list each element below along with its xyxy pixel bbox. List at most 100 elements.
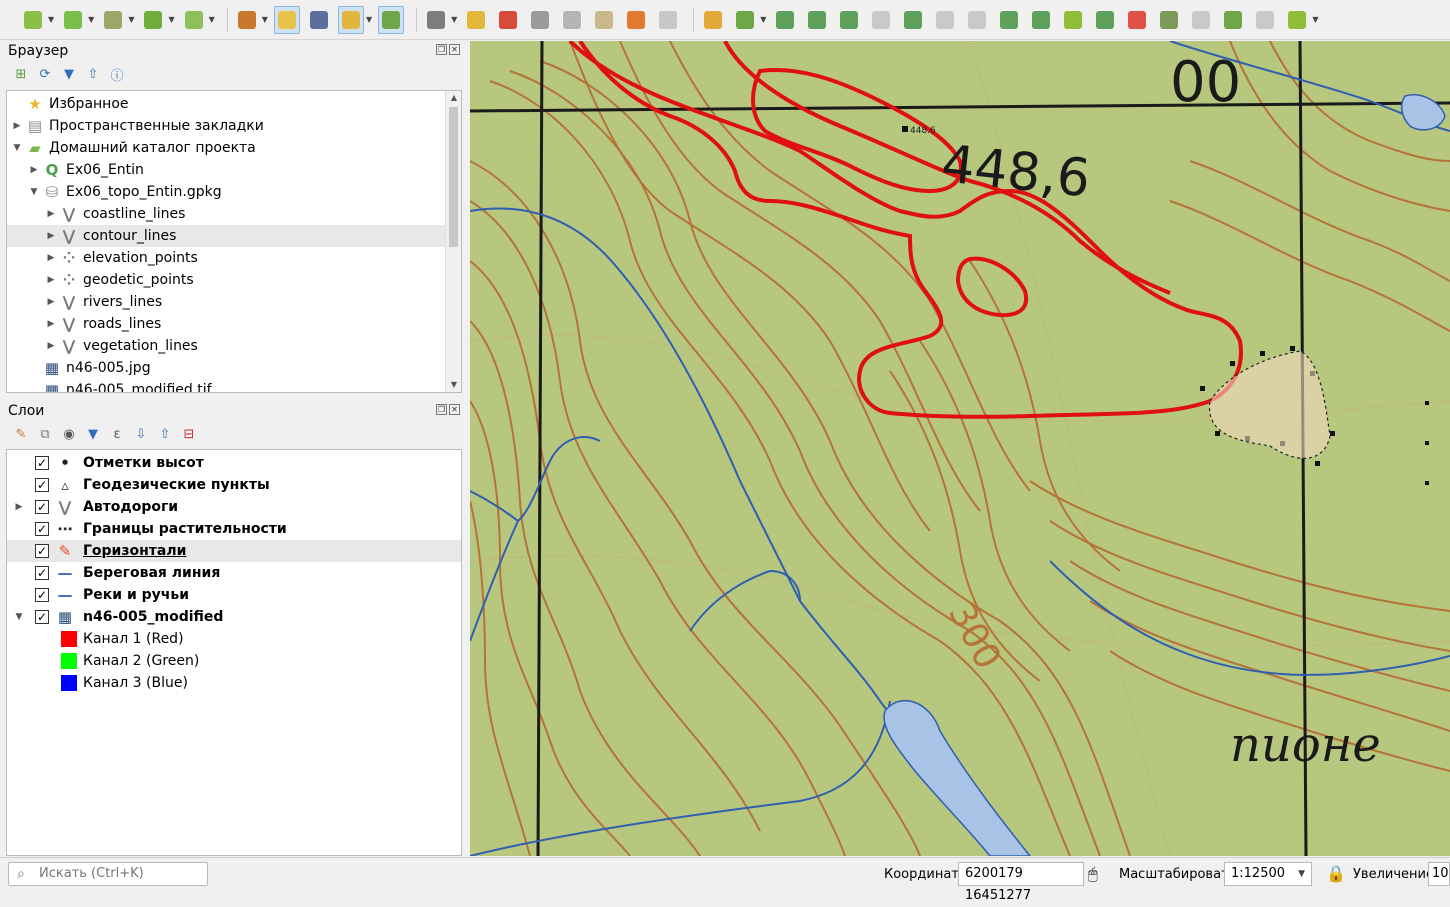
chevron-right-icon[interactable]: ▶ xyxy=(13,496,25,518)
collapse-all-icon[interactable]: ⇧ xyxy=(84,65,102,83)
select-feature-button[interactable] xyxy=(337,5,364,34)
browser-item[interactable]: ▶ ⁘ elevation_points xyxy=(7,247,445,269)
reverse-line-button[interactable] xyxy=(1284,6,1310,34)
vertex-tool-button[interactable] xyxy=(378,5,405,34)
simplify-feature-button[interactable] xyxy=(804,6,830,34)
layer-visibility-checkbox[interactable]: ✓ xyxy=(35,522,49,536)
paste-button[interactable] xyxy=(591,6,617,34)
chevron-right-icon[interactable]: ▶ xyxy=(28,159,40,181)
browser-item[interactable]: ▦ n46-005_modified.tif xyxy=(7,379,445,392)
toggle-editing-button[interactable] xyxy=(273,5,300,34)
save-edits-button[interactable] xyxy=(306,6,332,34)
magnifier-field[interactable]: 100 xyxy=(1428,862,1450,886)
chevron-down-icon[interactable]: ▼ xyxy=(13,606,25,628)
browser-item[interactable]: ▶ ⋁ roads_lines xyxy=(7,313,445,335)
add-part-button[interactable] xyxy=(868,6,894,34)
chevron-right-icon[interactable]: ▶ xyxy=(45,313,57,335)
layer-visibility-checkbox[interactable]: ✓ xyxy=(35,500,49,514)
remove-layer-icon[interactable]: ⊟ xyxy=(180,425,198,443)
layer-item[interactable]: ✓ — Береговая линия xyxy=(7,562,461,584)
reshape-button[interactable] xyxy=(996,6,1022,34)
layer-item[interactable]: ▼ ✓ ▦ n46-005_modified xyxy=(7,606,461,628)
close-icon[interactable]: ✕ xyxy=(449,44,460,55)
digitize-button[interactable] xyxy=(234,6,260,34)
map-canvas[interactable]: 448.6 448,6 00 300 пионе xyxy=(470,41,1450,856)
modify-attributes-button[interactable] xyxy=(423,6,449,34)
merge-attributes-button[interactable] xyxy=(1156,6,1182,34)
locator-search[interactable]: ⌕ xyxy=(8,862,208,886)
advanced-digitize-button[interactable] xyxy=(732,6,758,34)
chevron-right-icon[interactable]: ▶ xyxy=(45,247,57,269)
fill-ring-button[interactable] xyxy=(900,6,926,34)
add-point-layer-button[interactable] xyxy=(60,6,86,34)
browser-item[interactable]: ▶ ⋁ contour_lines xyxy=(7,225,445,247)
layer-visibility-checkbox[interactable]: ✓ xyxy=(35,544,49,558)
rotate-feature-button[interactable] xyxy=(772,6,798,34)
chevron-right-icon[interactable]: ▶ xyxy=(11,115,23,137)
chevron-right-icon[interactable]: ▶ xyxy=(45,291,57,313)
add-raster-button[interactable] xyxy=(140,6,166,34)
layer-item[interactable]: ✓ ▵ Геодезические пункты xyxy=(7,474,461,496)
browser-item[interactable]: ▶ ▤ Пространственные закладки xyxy=(7,115,445,137)
refresh-icon[interactable]: ⟳ xyxy=(36,65,54,83)
change-label-button[interactable] xyxy=(1252,6,1278,34)
split-parts-button[interactable] xyxy=(1092,6,1118,34)
copy-button[interactable] xyxy=(559,6,585,34)
dropdown-arrow-icon[interactable]: ▼ xyxy=(128,15,134,24)
layer-visibility-checkbox[interactable]: ✓ xyxy=(35,610,49,624)
scroll-thumb[interactable] xyxy=(449,107,458,247)
offset-curve-button[interactable] xyxy=(1028,6,1054,34)
browser-item[interactable]: ★ Избранное xyxy=(7,93,445,115)
browser-item[interactable]: ▶ Q Ex06_Entin xyxy=(7,159,445,181)
chevron-right-icon[interactable]: ▶ xyxy=(45,203,57,225)
delete-button[interactable] xyxy=(495,6,521,34)
browser-item[interactable]: ▦ n46-005.jpg xyxy=(7,357,445,379)
layer-visibility-checkbox[interactable]: ✓ xyxy=(35,478,49,492)
browser-scrollbar[interactable]: ▲ ▼ xyxy=(445,91,461,392)
dropdown-arrow-icon[interactable]: ▼ xyxy=(262,15,268,24)
redo-button[interactable] xyxy=(655,6,681,34)
float-icon[interactable]: ❐ xyxy=(436,44,447,55)
layer-item[interactable]: ▶ ✓ ⋁ Автодороги xyxy=(7,496,461,518)
browser-item[interactable]: ▶ ⋁ rivers_lines xyxy=(7,291,445,313)
info-icon[interactable]: ⓘ xyxy=(108,65,126,84)
search-input[interactable] xyxy=(39,866,199,881)
visibility-icon[interactable]: ◉ xyxy=(60,425,78,443)
scroll-down-icon[interactable]: ▼ xyxy=(446,378,461,392)
layer-item[interactable]: ✓ — Реки и ручьи xyxy=(7,584,461,606)
add-selected-icon[interactable]: ⊞ xyxy=(12,65,30,83)
toggle-extents-icon[interactable]: 🖱 xyxy=(1088,864,1098,884)
dropdown-arrow-icon[interactable]: ▼ xyxy=(451,15,457,24)
dropdown-arrow-icon[interactable]: ▼ xyxy=(88,15,94,24)
layer-visibility-checkbox[interactable]: ✓ xyxy=(35,456,49,470)
offset-point-button[interactable] xyxy=(1220,6,1246,34)
collapse-all-icon[interactable]: ⇧ xyxy=(156,425,174,443)
scroll-up-icon[interactable]: ▲ xyxy=(446,91,461,105)
merge-selected-button[interactable] xyxy=(1124,6,1150,34)
split-features-button[interactable] xyxy=(1060,6,1086,34)
dropdown-arrow-icon[interactable]: ▼ xyxy=(168,15,174,24)
lock-scale-icon[interactable]: 🔒 xyxy=(1326,864,1346,883)
expression-filter-icon[interactable]: ε xyxy=(108,425,126,443)
chevron-right-icon[interactable]: ▶ xyxy=(45,335,57,357)
dropdown-arrow-icon[interactable]: ▼ xyxy=(366,15,372,24)
coords-field[interactable]: 6200179 16451277 xyxy=(958,862,1084,903)
browser-item[interactable]: ▶ ⋁ vegetation_lines xyxy=(7,335,445,357)
expand-all-icon[interactable]: ⇩ xyxy=(132,425,150,443)
dropdown-arrow-icon[interactable]: ▼ xyxy=(1312,15,1318,24)
dropdown-arrow-icon[interactable]: ▼ xyxy=(760,15,766,24)
browser-item[interactable]: ▶ ⋁ coastline_lines xyxy=(7,203,445,225)
add-ring-button[interactable] xyxy=(836,6,862,34)
dropdown-arrow-icon[interactable]: ▼ xyxy=(48,15,54,24)
chevron-down-icon[interactable]: ▼ xyxy=(11,137,23,159)
layer-item[interactable]: ✓ ⋯ Границы растительности xyxy=(7,518,461,540)
browser-item[interactable]: ▼ ⛁ Ex06_topo_Entin.gpkg xyxy=(7,181,445,203)
scale-combobox[interactable]: 1:12500 ▼ xyxy=(1224,862,1312,886)
chevron-right-icon[interactable]: ▶ xyxy=(45,225,57,247)
browser-item[interactable]: ▶ ⁘ geodetic_points xyxy=(7,269,445,291)
new-layer-button[interactable] xyxy=(20,6,46,34)
layer-visibility-checkbox[interactable]: ✓ xyxy=(35,566,49,580)
chevron-down-icon[interactable]: ▼ xyxy=(28,181,40,203)
dropdown-arrow-icon[interactable]: ▼ xyxy=(209,15,215,24)
filter-icon[interactable]: ▼ xyxy=(60,65,78,83)
